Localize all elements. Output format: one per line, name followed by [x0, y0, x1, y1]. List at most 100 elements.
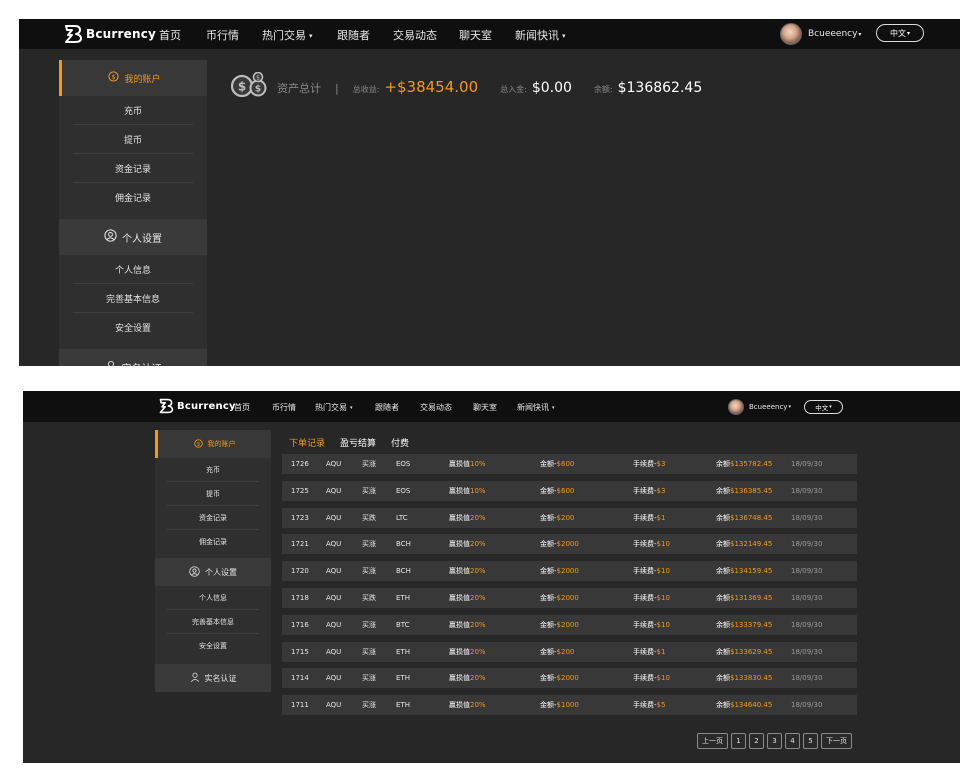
table-row: 1723 AQU 买跌 LTC 赢损值20% 金额-$200 手续费-$1 余额$136748…: [282, 507, 857, 528]
cell-amount-value: $2000: [556, 540, 579, 549]
nav-trade-news[interactable]: 交易动态: [420, 402, 452, 413]
cell-balance-label: 余额: [716, 594, 730, 602]
page-button-2[interactable]: 2: [749, 733, 764, 749]
sidebar-item-security[interactable]: 安全设置: [73, 313, 193, 342]
cell-amount-value: $1000: [556, 701, 579, 710]
cell-fee-value: $10: [656, 594, 670, 602]
cell-amount-label: 金额-: [540, 460, 557, 468]
cell-fee-label: 手续费-: [633, 540, 657, 549]
next-page-button[interactable]: 下一页: [821, 733, 852, 749]
brand-name: Bcurrency: [177, 400, 236, 412]
tab-settlement[interactable]: 盈亏结算: [340, 436, 376, 449]
cell-direction: 买涨: [362, 534, 376, 554]
cell-profit-loss-label: 赢损值: [449, 620, 470, 629]
nav-hot-trade[interactable]: 热门交易 ▾: [315, 402, 353, 413]
user-menu[interactable]: Bcueeency ▾: [728, 399, 791, 415]
cell-pair: EOS: [396, 454, 410, 474]
prev-page-button[interactable]: 上一页: [697, 733, 728, 749]
language-select[interactable]: 中文 ▾: [804, 400, 843, 414]
sidebar-item-account[interactable]: $ 我的账户: [59, 60, 207, 96]
sidebar-item-settings[interactable]: 个人设置: [59, 219, 207, 255]
cell-direction-text: 买跌: [362, 513, 376, 522]
page-button-4[interactable]: 4: [785, 733, 800, 749]
cell-amount-label: 金额-: [540, 701, 557, 710]
cell-pair: ETH: [396, 695, 410, 715]
nav-home-label: 首页: [159, 29, 181, 42]
nav-market-label: 币行情: [206, 29, 239, 42]
nav-news[interactable]: 新闻快讯 ▾: [515, 27, 566, 43]
tab-fees[interactable]: 付费: [391, 436, 409, 449]
cell-balance-value: $131369.45: [730, 594, 773, 602]
language-select[interactable]: 中文 ▾: [876, 24, 924, 42]
page-button-1[interactable]: 1: [731, 733, 746, 749]
user-name: Bcueeency: [808, 29, 858, 39]
page-button-5[interactable]: 5: [803, 733, 818, 749]
cell-order-id-text: 1720: [291, 567, 309, 576]
tab-orders[interactable]: 下单记录: [289, 436, 325, 449]
sidebar-item-withdraw[interactable]: 提币: [73, 125, 193, 154]
nav-news[interactable]: 新闻快讯 ▾: [517, 402, 555, 413]
sidebar-item-label: 个人设置: [205, 567, 237, 577]
brand-logo[interactable]: Bcurrency: [63, 24, 156, 44]
nav-chat[interactable]: 聊天室: [473, 402, 497, 413]
cell-direction-text: 买涨: [362, 620, 376, 629]
cell-amount-value: $200: [556, 647, 575, 656]
sidebar-item-profile[interactable]: 个人信息: [167, 586, 259, 610]
cell-direction-text: 买涨: [362, 647, 376, 656]
cell-amount: 金额-$2000: [540, 615, 579, 635]
sidebar-item-commission-records[interactable]: 佣金记录: [73, 183, 193, 212]
sidebar-item-deposit[interactable]: 充币: [73, 96, 193, 125]
cell-pair: ETH: [396, 588, 410, 608]
cell-order-id-text: 1718: [291, 594, 309, 602]
cell-pair-text: ETH: [396, 674, 410, 683]
profit-label: 总收益:: [352, 85, 380, 94]
nav-home[interactable]: 首页: [159, 27, 181, 43]
user-menu[interactable]: Bcueeency ▾: [780, 23, 861, 45]
nav-trade-news[interactable]: 交易动态: [393, 27, 437, 43]
top-nav: Bcurrency 首页 币行情 热门交易 ▾ 跟随者 交易动态 聊天室 新闻快讯…: [23, 391, 960, 422]
cell-amount-label: 金额-: [540, 620, 557, 629]
cell-fee: 手续费-$10: [633, 615, 670, 635]
nav-market[interactable]: 币行情: [206, 27, 239, 43]
cell-coin: AQU: [326, 534, 341, 554]
sidebar-item-withdraw[interactable]: 提币: [167, 482, 259, 506]
sidebar-item-deposit[interactable]: 充币: [167, 458, 259, 482]
cell-date-text: 18/09/30: [791, 460, 823, 468]
cell-date: 18/09/30: [791, 588, 822, 608]
summary-separator: |: [335, 82, 339, 95]
sidebar-item-verify[interactable]: 实名认证: [155, 664, 271, 692]
cell-coin: AQU: [326, 642, 341, 662]
sidebar-item-settings[interactable]: 个人设置: [155, 558, 271, 586]
table-row: 1718 AQU 买跌 ETH 赢损值20% 金额-$2000 手续费-$10 余额$1313…: [282, 588, 857, 608]
nav-chat[interactable]: 聊天室: [459, 27, 492, 43]
cell-balance-label: 余额: [716, 460, 730, 468]
cell-direction-text: 买涨: [362, 486, 376, 495]
cell-pair-text: EOS: [396, 486, 411, 495]
page-number: 1: [736, 736, 741, 745]
nav-home-label: 首页: [234, 403, 250, 412]
nav-market[interactable]: 币行情: [272, 402, 296, 413]
nav-followers[interactable]: 跟随者: [337, 27, 370, 43]
cell-fee-label: 手续费-: [633, 513, 657, 522]
sidebar-item-profile[interactable]: 个人信息: [73, 255, 193, 284]
sidebar-item-basic-info[interactable]: 完善基本信息: [167, 610, 259, 634]
sidebar-item-commission-records[interactable]: 佣金记录: [167, 530, 259, 554]
sidebar-item-fund-records[interactable]: 资金记录: [73, 154, 193, 183]
cell-coin: AQU: [326, 588, 341, 608]
page-button-3[interactable]: 3: [767, 733, 782, 749]
sidebar-item-account[interactable]: $ 我的账户: [155, 430, 271, 458]
nav-home[interactable]: 首页: [234, 402, 250, 413]
sidebar-item-verify[interactable]: 实名认证: [59, 349, 207, 366]
cell-amount: 金额-$200: [540, 642, 574, 662]
cell-date-text: 18/09/30: [791, 620, 823, 629]
cell-date: 18/09/30: [791, 668, 822, 688]
nav-hot-trade[interactable]: 热门交易 ▾: [262, 27, 313, 43]
cell-pair: BTC: [396, 615, 410, 635]
nav-followers[interactable]: 跟随者: [375, 402, 399, 413]
cell-amount-label: 金额-: [540, 674, 557, 683]
sidebar-item-fund-records[interactable]: 资金记录: [167, 506, 259, 530]
sidebar-item-security[interactable]: 安全设置: [167, 634, 259, 658]
brand-logo[interactable]: Bcurrency: [158, 398, 236, 414]
cell-order-id: 1716: [291, 615, 309, 635]
sidebar-item-basic-info[interactable]: 完善基本信息: [73, 284, 193, 313]
